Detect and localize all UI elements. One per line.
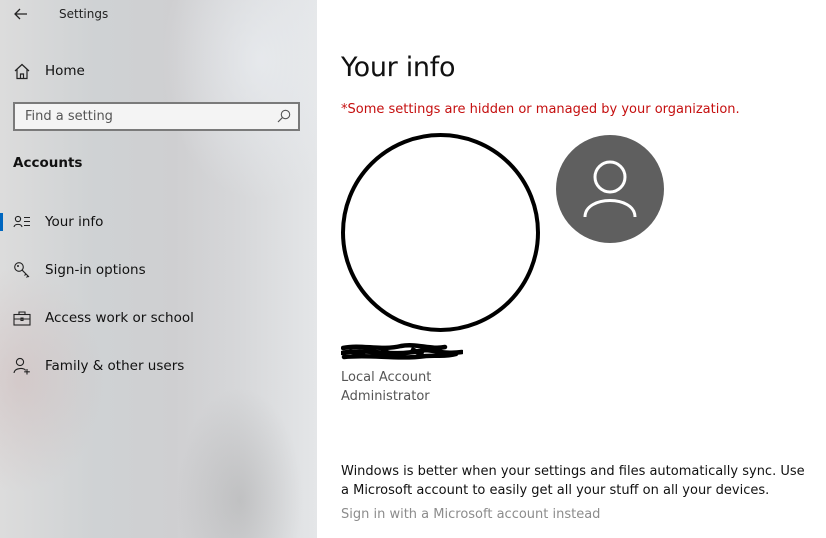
home-icon xyxy=(12,61,32,81)
sidebar-item-label: Family & other users xyxy=(45,358,185,374)
account-role: Administrator xyxy=(341,389,430,404)
sidebar-item-family-other-users[interactable]: Family & other users xyxy=(0,348,317,384)
sidebar-item-label: Access work or school xyxy=(45,310,194,326)
briefcase-icon xyxy=(12,308,32,328)
nav-home[interactable]: Home xyxy=(0,56,317,86)
redacted-account-name xyxy=(341,343,463,360)
back-arrow-icon xyxy=(14,8,27,20)
app-title: Settings xyxy=(59,7,109,21)
your-info-icon xyxy=(12,212,32,232)
person-icon xyxy=(583,160,637,218)
sidebar-item-access-work-or-school[interactable]: Access work or school xyxy=(0,300,317,336)
sync-message: Windows is better when your settings and… xyxy=(341,464,805,498)
home-label: Home xyxy=(45,63,85,79)
avatar xyxy=(556,135,664,243)
title-bar: Settings xyxy=(0,0,317,30)
selected-indicator xyxy=(0,213,3,231)
back-button[interactable] xyxy=(8,2,34,26)
sidebar-item-your-info[interactable]: Your info xyxy=(0,204,317,240)
search-icon[interactable] xyxy=(277,109,291,123)
page-title: Your info xyxy=(341,52,456,83)
sign-in-microsoft-account-link[interactable]: Sign in with a Microsoft account instead xyxy=(341,507,600,522)
section-heading-accounts: Accounts xyxy=(13,155,83,171)
main-content: Your info *Some settings are hidden or m… xyxy=(317,0,826,538)
account-picture xyxy=(341,133,540,332)
sidebar: Settings Home Accounts Your info xyxy=(0,0,317,538)
person-add-icon xyxy=(12,356,32,376)
sidebar-item-sign-in-options[interactable]: Sign-in options xyxy=(0,252,317,288)
account-type: Local Account xyxy=(341,370,432,385)
sidebar-item-label: Your info xyxy=(45,214,104,230)
search-box[interactable] xyxy=(13,102,300,131)
sidebar-item-label: Sign-in options xyxy=(45,262,146,278)
managed-warning: *Some settings are hidden or managed by … xyxy=(341,102,740,117)
key-icon xyxy=(12,260,32,280)
search-input[interactable] xyxy=(15,104,265,129)
